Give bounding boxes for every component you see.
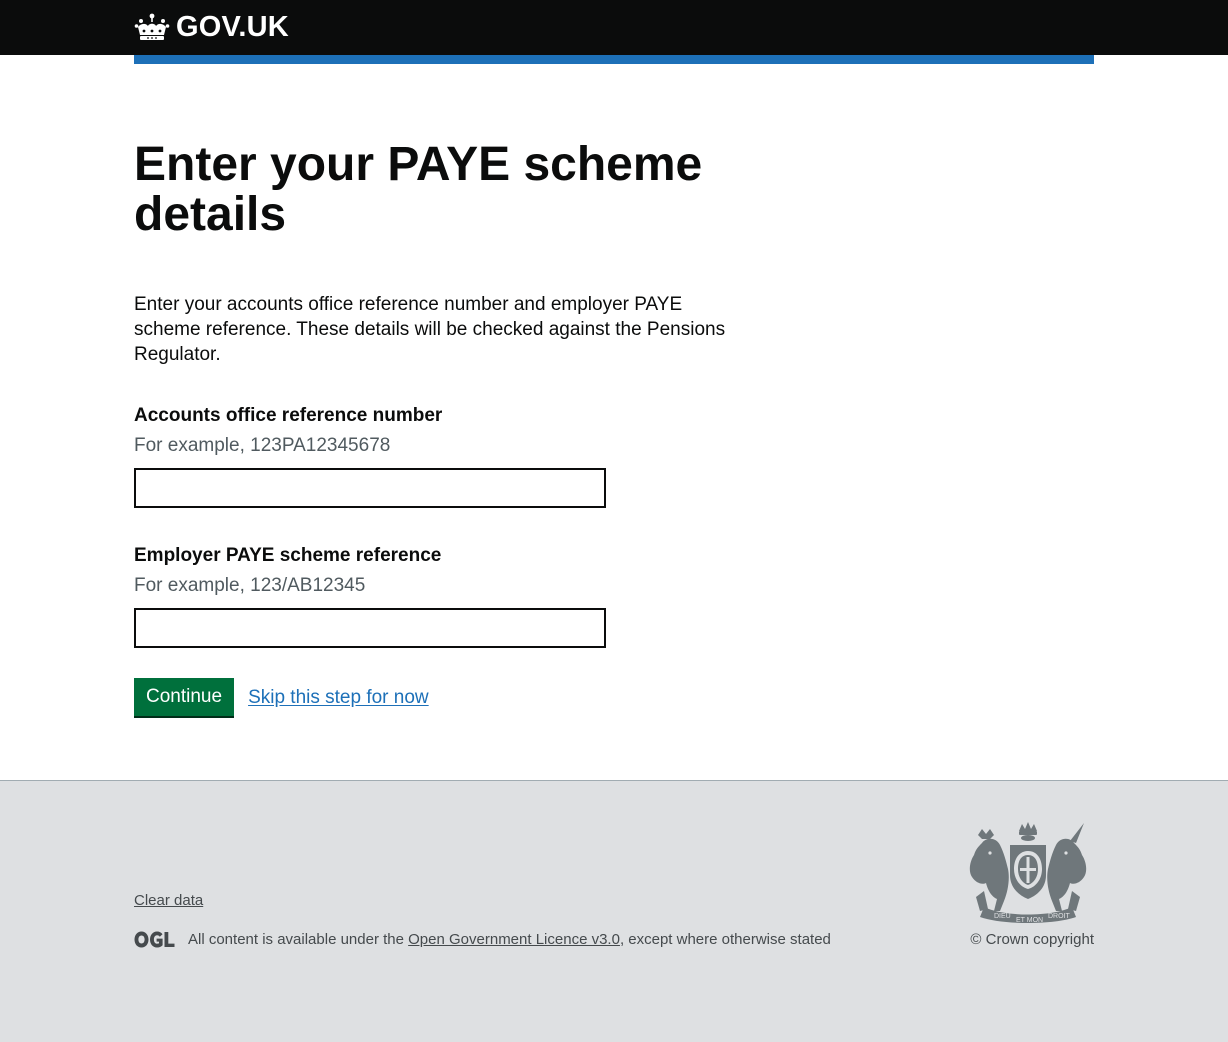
continue-button[interactable]: Continue	[134, 678, 235, 718]
header-accent-bar	[134, 55, 1094, 64]
paye-scheme-ref-label: Employer PAYE scheme reference	[134, 545, 442, 566]
accounts-office-ref-hint: For example, 123PA12345678	[134, 435, 391, 456]
royal-coat-of-arms-icon: DIEU ET MON DROIT	[969, 822, 1087, 924]
logo-text: GOV.UK	[176, 11, 289, 43]
crown-copyright-link[interactable]: © Crown copyright	[970, 931, 1094, 948]
licence-prefix: All content is available under the	[188, 931, 409, 948]
site-header: GOV.UK	[0, 0, 1228, 55]
paye-scheme-ref-group: Employer PAYE scheme reference For examp…	[134, 543, 774, 648]
crest-motto-droit: DROIT	[1048, 913, 1071, 920]
paye-scheme-ref-input[interactable]	[134, 608, 606, 648]
accounts-office-ref-group: Accounts office reference number For exa…	[134, 403, 774, 508]
accounts-office-ref-label: Accounts office reference number	[134, 405, 443, 426]
govuk-logo-link[interactable]: GOV.UK	[134, 9, 289, 45]
page-title: Enter your PAYE scheme details	[134, 138, 703, 241]
ogl-logo-icon	[134, 931, 175, 948]
licence-row: All content is available under the Open …	[134, 931, 831, 948]
crest-motto-et-mon: ET MON	[1016, 917, 1043, 924]
open-government-licence-link[interactable]: Open Government Licence v3.0	[408, 931, 620, 948]
main-content: Enter your PAYE scheme details Enter you…	[134, 140, 774, 718]
paye-scheme-ref-hint: For example, 123/AB12345	[134, 575, 366, 596]
crest-motto-dieu: DIEU	[994, 913, 1011, 920]
crown-icon	[134, 13, 170, 40]
clear-data-link[interactable]: Clear data	[134, 892, 203, 909]
site-footer: Clear data All content is available unde…	[0, 780, 1228, 1042]
accounts-office-ref-input[interactable]	[134, 468, 606, 508]
licence-suffix: , except where otherwise stated	[619, 931, 831, 948]
intro-text: Enter your accounts office reference num…	[134, 294, 726, 365]
button-row: Continue Skip this step for now	[134, 678, 774, 718]
skip-step-link[interactable]: Skip this step for now	[248, 687, 429, 709]
